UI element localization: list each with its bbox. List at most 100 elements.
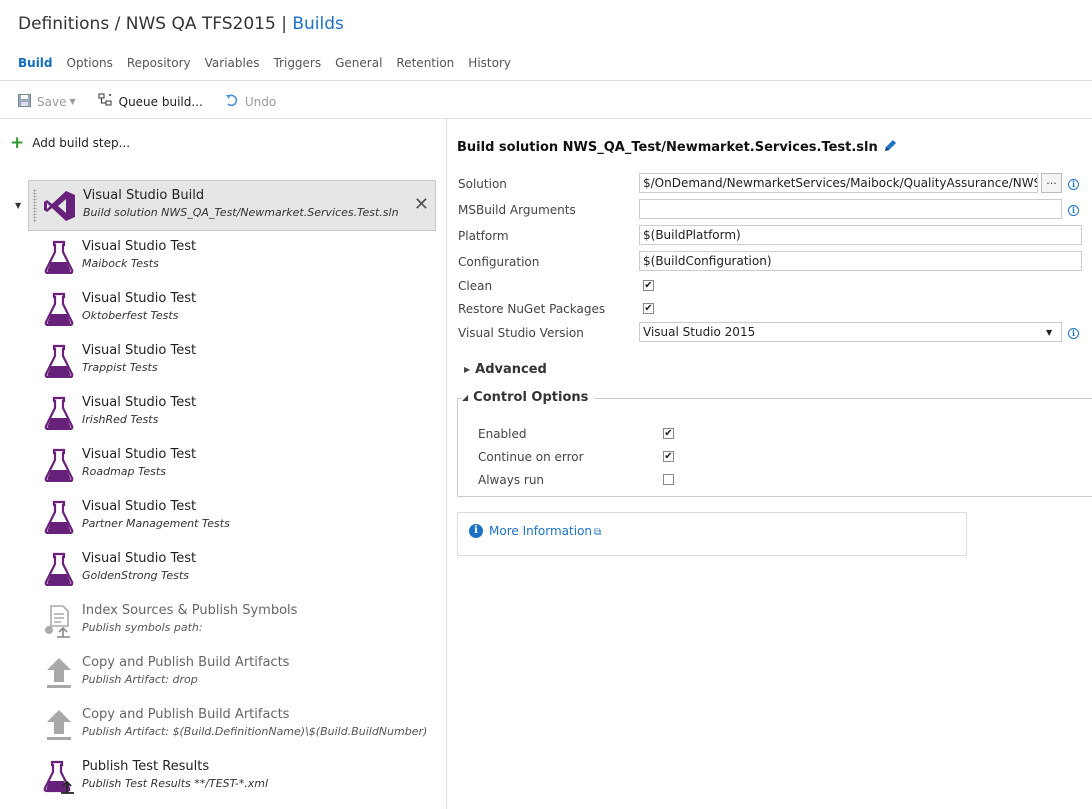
page-title: Definitions / NWS QA TFS2015 | Builds — [18, 14, 344, 34]
tab-variables[interactable]: Variables — [205, 56, 260, 70]
enabled-checkbox[interactable]: ✔ — [663, 428, 674, 439]
tab-divider — [0, 80, 1092, 81]
solution-field[interactable]: $/OnDemand/NewmarketServices/Maibock/Qua… — [639, 173, 1038, 193]
configuration-field[interactable]: $(BuildConfiguration) — [639, 251, 1082, 271]
tab-general[interactable]: General — [335, 56, 382, 70]
info-icon[interactable]: i — [1068, 179, 1079, 190]
flask-icon — [42, 343, 76, 379]
flask-upload-icon — [42, 759, 76, 795]
collapse-triangle-icon[interactable]: ▼ — [15, 201, 21, 210]
queue-build-label: Queue build... — [118, 94, 203, 109]
step-description: IrishRed Tests — [82, 413, 159, 426]
platform-field[interactable]: $(BuildPlatform) — [639, 225, 1082, 245]
platform-label: Platform — [458, 229, 509, 243]
step-description: Publish Artifact: $(Build.DefinitionName… — [82, 725, 428, 738]
step-name: Copy and Publish Build Artifacts — [82, 655, 290, 670]
tab-history[interactable]: History — [468, 56, 511, 70]
restore-nuget-checkbox[interactable]: ✔ — [643, 303, 654, 314]
plus-icon: + — [10, 133, 25, 153]
tab-options[interactable]: Options — [67, 56, 113, 70]
add-build-step-label: Add build step... — [32, 136, 131, 150]
msbuild-arguments-label: MSBuild Arguments — [458, 203, 576, 217]
visual-studio-icon — [43, 188, 77, 224]
build-step[interactable]: Copy and Publish Build Artifacts Publish… — [28, 700, 436, 752]
step-name: Visual Studio Test — [82, 395, 197, 410]
build-steps-list: Visual Studio Build Build solution NWS_Q… — [28, 180, 436, 804]
step-detail-title: Build solution NWS_QA_Test/Newmarket.Ser… — [457, 139, 897, 156]
pencil-icon[interactable] — [884, 139, 897, 156]
configuration-label: Configuration — [458, 255, 540, 269]
info-icon[interactable]: i — [1068, 205, 1079, 216]
external-link-icon: ⧉ — [594, 527, 602, 538]
breadcrumb-definitions[interactable]: Definitions — [18, 14, 109, 34]
always-run-label: Always run — [478, 473, 545, 487]
tab-triggers[interactable]: Triggers — [273, 56, 321, 70]
add-build-step-button[interactable]: + Add build step... — [10, 133, 131, 153]
chevron-down-icon: ▼ — [1046, 328, 1053, 337]
close-icon[interactable]: ✕ — [414, 194, 429, 215]
flask-icon — [42, 291, 76, 327]
undo-button[interactable]: Undo — [225, 94, 276, 110]
more-information-link[interactable]: More Information ⧉ — [489, 524, 601, 538]
step-name: Copy and Publish Build Artifacts — [82, 707, 290, 722]
step-name: Index Sources & Publish Symbols — [82, 603, 298, 618]
tab-build[interactable]: Build — [18, 56, 53, 70]
vs-version-label: Visual Studio Version — [458, 326, 584, 340]
more-information-label: More Information — [489, 524, 593, 538]
flask-icon — [42, 395, 76, 431]
restore-nuget-label: Restore NuGet Packages — [458, 302, 606, 316]
step-description: Build solution NWS_QA_Test/Newmarket.Ser… — [83, 206, 399, 219]
continue-on-error-checkbox[interactable]: ✔ — [663, 451, 674, 462]
advanced-label: Advanced — [475, 362, 547, 377]
build-step[interactable]: Copy and Publish Build Artifacts Publish… — [28, 648, 436, 700]
step-name: Publish Test Results — [82, 759, 210, 774]
floppy-disk-icon — [18, 93, 31, 110]
breadcrumb-builds[interactable]: Builds — [292, 14, 344, 34]
build-step[interactable]: Visual Studio Test Maibock Tests — [28, 232, 436, 284]
build-step[interactable]: Index Sources & Publish Symbols Publish … — [28, 596, 436, 648]
definition-name: NWS QA TFS2015 — [125, 14, 276, 34]
step-name: Visual Studio Test — [82, 551, 197, 566]
browse-solution-button[interactable]: ... — [1041, 173, 1062, 193]
build-step[interactable]: Visual Studio Build Build solution NWS_Q… — [28, 180, 436, 231]
build-step[interactable]: Visual Studio Test GoldenStrong Tests — [28, 544, 436, 596]
build-step[interactable]: Publish Test Results Publish Test Result… — [28, 752, 436, 804]
clean-label: Clean — [458, 279, 493, 293]
step-description: Partner Management Tests — [82, 517, 230, 530]
build-step[interactable]: Visual Studio Test IrishRed Tests — [28, 388, 436, 440]
pane-divider[interactable] — [446, 118, 447, 809]
queue-build-button[interactable]: Queue build... — [98, 93, 203, 110]
advanced-section-toggle[interactable]: ▶ Advanced — [464, 362, 547, 377]
build-step[interactable]: Visual Studio Test Roadmap Tests — [28, 440, 436, 492]
enabled-label: Enabled — [478, 427, 527, 441]
build-step[interactable]: Visual Studio Test Partner Management Te… — [28, 492, 436, 544]
step-description: Maibock Tests — [82, 257, 159, 270]
tab-retention[interactable]: Retention — [396, 56, 454, 70]
clean-checkbox[interactable]: ✔ — [643, 280, 654, 291]
build-step[interactable]: Visual Studio Test Trappist Tests — [28, 336, 436, 388]
title-separator: | — [281, 14, 287, 34]
control-options-toggle[interactable]: ◢ Control Options — [462, 390, 595, 405]
breadcrumb-separator: / — [114, 14, 121, 34]
publish-symbols-icon — [42, 603, 76, 639]
control-options-label: Control Options — [473, 390, 589, 405]
chevron-down-icon: ▼ — [69, 97, 76, 106]
undo-label: Undo — [244, 94, 277, 109]
info-icon[interactable]: i — [1068, 328, 1079, 339]
undo-icon — [225, 94, 239, 110]
save-label: Save — [37, 94, 67, 109]
step-name: Visual Studio Test — [82, 291, 197, 306]
step-name: Visual Studio Test — [82, 239, 197, 254]
step-description: Roadmap Tests — [82, 465, 166, 478]
msbuild-arguments-field[interactable] — [639, 199, 1062, 219]
tab-repository[interactable]: Repository — [127, 56, 191, 70]
toolbar-divider — [0, 118, 1092, 119]
drag-handle-icon[interactable] — [33, 189, 37, 223]
step-name: Visual Studio Test — [82, 499, 197, 514]
always-run-checkbox[interactable] — [663, 474, 674, 485]
vs-version-select[interactable]: Visual Studio 2015 — [639, 322, 1062, 342]
save-button[interactable]: Save ▼ — [18, 93, 76, 110]
step-description: Trappist Tests — [82, 361, 158, 374]
build-step[interactable]: Visual Studio Test Oktoberfest Tests — [28, 284, 436, 336]
continue-on-error-label: Continue on error — [478, 450, 584, 464]
